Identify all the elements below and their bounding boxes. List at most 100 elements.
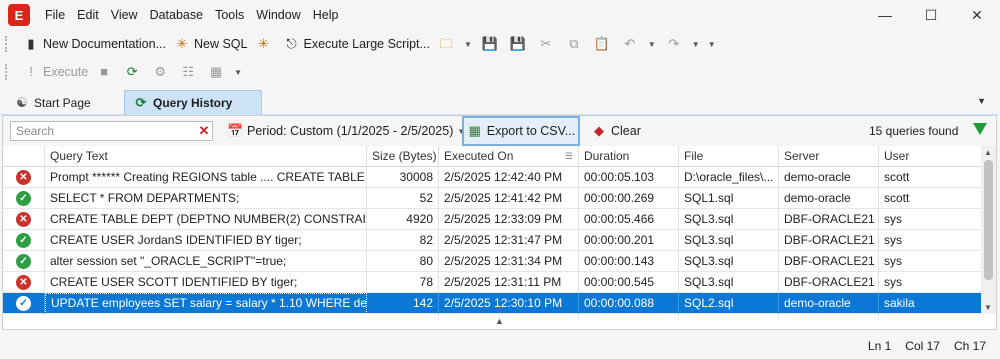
execute-button[interactable]: ! Execute: [19, 60, 92, 84]
column-header-duration[interactable]: Duration: [579, 146, 679, 167]
executed-on-cell[interactable]: 2/5/2025 12:33:09 PM: [439, 209, 579, 230]
redo-dropdown-icon[interactable]: ▼: [692, 40, 700, 49]
duration-cell[interactable]: 00:00:05.466: [579, 209, 679, 230]
size-cell[interactable]: 52: [367, 188, 439, 209]
size-cell[interactable]: 82: [367, 230, 439, 251]
scroll-down-icon[interactable]: ▼: [984, 303, 992, 312]
server-cell[interactable]: DBF-ORACLE21: [779, 209, 879, 230]
close-button[interactable]: ✕: [954, 0, 1000, 30]
history-button[interactable]: ⟳: [120, 60, 148, 84]
size-cell[interactable]: 78: [367, 272, 439, 293]
file-cell[interactable]: SQL3.sql: [679, 209, 779, 230]
table-row[interactable]: ✓ alter session set "_ORACLE_SCRIPT"=true…: [3, 251, 996, 272]
save-button[interactable]: 💾: [478, 32, 506, 56]
tab-query-history[interactable]: ⟳ Query History: [124, 90, 262, 115]
clear-history-button[interactable]: ◆ Clear: [591, 120, 641, 142]
undo-dropdown-icon[interactable]: ▼: [648, 40, 656, 49]
table-row[interactable]: ✕ Prompt ****** Creating REGIONS table ..…: [3, 167, 996, 188]
new-file-button[interactable]: ✳: [251, 32, 279, 56]
query-text-cell[interactable]: SELECT * FROM DEPARTMENTS;: [45, 188, 367, 209]
column-header-server[interactable]: Server: [779, 146, 879, 167]
cut-button[interactable]: ✂: [534, 32, 562, 56]
open-dropdown-icon[interactable]: ▼: [464, 40, 472, 49]
status-column-header[interactable]: [3, 146, 45, 167]
server-cell[interactable]: demo-oracle: [779, 188, 879, 209]
user-cell[interactable]: scott: [879, 188, 980, 209]
status-cell[interactable]: ✓: [3, 251, 45, 272]
server-cell[interactable]: DBF-ORACLE21: [779, 230, 879, 251]
server-cell[interactable]: demo-oracle: [779, 167, 879, 188]
scrollbar-thumb[interactable]: [984, 160, 993, 280]
menu-file[interactable]: File: [39, 0, 71, 30]
collapse-panel-icon[interactable]: ▲: [3, 314, 996, 329]
status-cell[interactable]: ✓: [3, 188, 45, 209]
table-row[interactable]: ✓ SELECT * FROM DEPARTMENTS; 52 2/5/2025 12…: [3, 188, 996, 209]
file-cell[interactable]: SQL1.sql: [679, 188, 779, 209]
query-text-cell[interactable]: Prompt ****** Creating REGIONS table ...…: [45, 167, 367, 188]
query-text-cell[interactable]: CREATE TABLE DEPT (DEPTNO NUMBER(2) CONS…: [45, 209, 367, 230]
status-cell[interactable]: ✓: [3, 230, 45, 251]
file-cell[interactable]: SQL3.sql: [679, 230, 779, 251]
period-selector[interactable]: 📅 Period: Custom (1/1/2025 - 2/5/2025) ▼: [227, 120, 471, 142]
server-cell[interactable]: DBF-ORACLE21: [779, 251, 879, 272]
file-cell[interactable]: D:\oracle_files\...: [679, 167, 779, 188]
duration-cell[interactable]: 00:00:00.201: [579, 230, 679, 251]
table-row[interactable]: ✕ CREATE TABLE DEPT (DEPTNO NUMBER(2) CON…: [3, 209, 996, 230]
user-cell[interactable]: scott: [879, 167, 980, 188]
new-sql-button[interactable]: ✳ New SQL: [170, 32, 252, 56]
user-cell[interactable]: sys: [879, 272, 980, 293]
server-cell[interactable]: demo-oracle: [779, 293, 879, 314]
menu-help[interactable]: Help: [307, 0, 345, 30]
maximize-button[interactable]: ☐: [908, 0, 954, 30]
query-text-cell[interactable]: alter session set "_ORACLE_SCRIPT"=true;: [45, 251, 367, 272]
executed-on-cell[interactable]: 2/5/2025 12:31:34 PM: [439, 251, 579, 272]
grid-button[interactable]: ▦: [204, 60, 232, 84]
query-text-cell[interactable]: CREATE USER SCOTT IDENTIFIED BY tiger;: [45, 272, 367, 293]
executed-on-cell[interactable]: 2/5/2025 12:30:10 PM: [439, 293, 579, 314]
tab-start-page[interactable]: ☯ Start Page: [6, 90, 122, 115]
vertical-scrollbar[interactable]: ▲ ▼: [981, 146, 996, 314]
file-cell[interactable]: SQL3.sql: [679, 251, 779, 272]
profiler-button[interactable]: ☷: [176, 60, 204, 84]
column-header-user[interactable]: User: [879, 146, 980, 167]
duration-cell[interactable]: 00:00:00.143: [579, 251, 679, 272]
status-cell[interactable]: ✓: [3, 293, 45, 314]
file-cell[interactable]: SQL3.sql: [679, 272, 779, 293]
duration-cell[interactable]: 00:00:00.088: [579, 293, 679, 314]
duration-cell[interactable]: 00:00:05.103: [579, 167, 679, 188]
toolbar-grip[interactable]: [5, 36, 11, 52]
redo-button[interactable]: ↷: [662, 32, 690, 56]
size-cell[interactable]: 4920: [367, 209, 439, 230]
executed-on-cell[interactable]: 2/5/2025 12:41:42 PM: [439, 188, 579, 209]
user-cell[interactable]: sys: [879, 251, 980, 272]
user-cell[interactable]: sakila: [879, 293, 980, 314]
export-csv-button[interactable]: ▦ Export to CSV...: [462, 116, 580, 146]
size-cell[interactable]: 30008: [367, 167, 439, 188]
grid-dropdown-icon[interactable]: ▼: [234, 68, 242, 77]
execute-large-script-button[interactable]: ⎋ Execute Large Script...: [279, 32, 433, 56]
filter-icon[interactable]: [973, 123, 987, 135]
undo-button[interactable]: ↶: [618, 32, 646, 56]
paste-button[interactable]: 📋: [590, 32, 618, 56]
column-header-executed-on[interactable]: Executed On ☰: [439, 146, 579, 167]
table-row[interactable]: ✓ UPDATE employees SET salary = salary * …: [3, 293, 996, 314]
scroll-up-icon[interactable]: ▲: [984, 148, 992, 157]
explain-button[interactable]: ⚙: [148, 60, 176, 84]
save-all-button[interactable]: 💾: [506, 32, 534, 56]
menu-tools[interactable]: Tools: [209, 0, 250, 30]
size-cell[interactable]: 80: [367, 251, 439, 272]
size-cell[interactable]: 142: [367, 293, 439, 314]
query-text-cell[interactable]: UPDATE employees SET salary = salary * 1…: [45, 293, 367, 314]
user-cell[interactable]: sys: [879, 230, 980, 251]
toolbar-grip[interactable]: [5, 64, 11, 80]
clear-search-icon[interactable]: ✕: [196, 123, 212, 139]
status-cell[interactable]: ✕: [3, 167, 45, 188]
open-folder-button[interactable]: 🗀: [434, 32, 462, 56]
tab-list-dropdown-icon[interactable]: ▼: [977, 96, 986, 106]
column-header-query-text[interactable]: Query Text: [45, 146, 367, 167]
duration-cell[interactable]: 00:00:00.269: [579, 188, 679, 209]
stop-button[interactable]: ■: [92, 60, 120, 84]
menu-view[interactable]: View: [105, 0, 144, 30]
menu-edit[interactable]: Edit: [71, 0, 105, 30]
executed-on-cell[interactable]: 2/5/2025 12:42:40 PM: [439, 167, 579, 188]
